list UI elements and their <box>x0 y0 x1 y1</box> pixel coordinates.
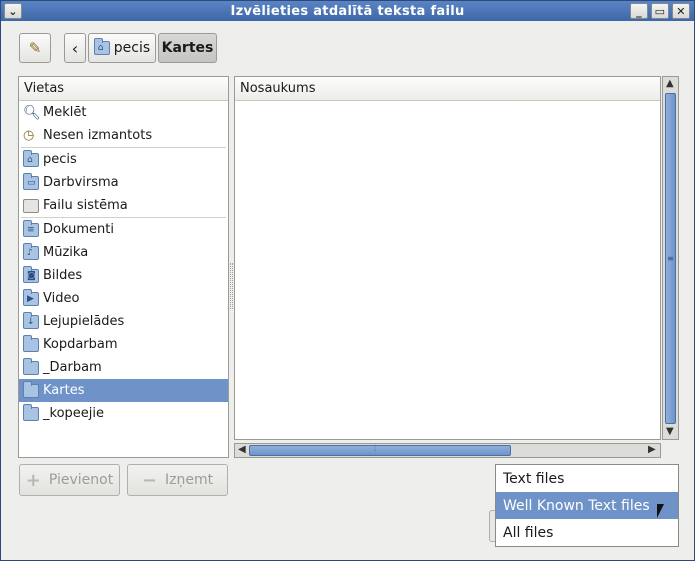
places-pane: Vietas 🔍︎ Meklēt ◷ Nesen izmantots ⌂ pec… <box>18 76 229 458</box>
places-column-header[interactable]: Vietas <box>19 77 228 101</box>
place-item-kopeejie[interactable]: _kopeejie <box>19 402 228 425</box>
maximize-button[interactable]: ▭ <box>651 3 669 19</box>
name-column-header[interactable]: Nosaukums <box>235 77 660 101</box>
folder-icon <box>23 380 39 398</box>
horizontal-scrollbar[interactable]: ◀ ⦙ ▶ <box>234 443 661 458</box>
place-label: Nesen izmantots <box>43 128 153 143</box>
place-label: Kopdarbam <box>43 337 118 352</box>
option-label: Well Known Text files <box>503 497 650 514</box>
add-bookmark-button[interactable]: + Pievienot <box>19 464 120 496</box>
place-item-home[interactable]: ⌂ pecis <box>19 148 228 171</box>
edit-icon: ✎ <box>28 39 42 57</box>
path-button-kartes[interactable]: Kartes <box>158 33 217 63</box>
drive-icon <box>23 198 39 213</box>
path-back-button[interactable]: ‹ <box>64 33 86 63</box>
plus-icon: + <box>25 469 41 491</box>
window-menu-button[interactable]: ⌄ <box>4 3 22 19</box>
place-item-recent[interactable]: ◷ Nesen izmantots <box>19 124 228 147</box>
minimize-icon: _ <box>636 4 642 18</box>
pictures-folder-icon: ◙ <box>23 265 39 283</box>
home-folder-icon: ⌂ <box>23 149 39 167</box>
scroll-down-icon[interactable]: ▼ <box>666 426 674 437</box>
scroll-right-icon[interactable]: ▶ <box>648 444 656 455</box>
horizontal-scroll-thumb[interactable]: ⦙ <box>249 444 511 456</box>
place-item-documents[interactable]: ≡ Dokumenti <box>19 218 228 241</box>
place-item-filesystem[interactable]: Failu sistēma <box>19 194 228 217</box>
place-item-pictures[interactable]: ◙ Bildes <box>19 264 228 287</box>
place-item-desktop[interactable]: ▭ Darbvirsma <box>19 171 228 194</box>
filter-option-text-files[interactable]: Text files <box>496 465 678 492</box>
files-pane: Nosaukums ▲ ≡ ▼ ◀ ⦙ ▶ <box>234 76 679 458</box>
scroll-left-icon[interactable]: ◀ <box>238 444 246 455</box>
folder-icon <box>23 403 39 421</box>
option-label: Text files <box>503 470 565 487</box>
file-filter-dropdown[interactable]: Text files Well Known Text files All fil… <box>495 464 679 547</box>
filter-option-all-files[interactable]: All files <box>496 519 678 546</box>
maximize-icon: ▭ <box>654 4 666 18</box>
place-label: Meklēt <box>43 105 87 120</box>
place-label: Dokumenti <box>43 222 114 237</box>
path-label: pecis <box>113 40 151 56</box>
remove-bookmark-button[interactable]: − Izņemt <box>127 464 228 496</box>
place-item-darbam[interactable]: _Darbam <box>19 356 228 379</box>
music-folder-icon: ♪ <box>23 242 39 260</box>
scroll-up-icon[interactable]: ▲ <box>666 78 674 89</box>
folder-icon <box>23 357 39 375</box>
vertical-scroll-thumb[interactable]: ≡ <box>665 93 676 424</box>
place-label: Lejupielādes <box>43 314 125 329</box>
places-header-label: Vietas <box>24 81 65 96</box>
chevron-left-icon: ‹ <box>71 38 79 58</box>
place-label: Kartes <box>43 383 85 398</box>
place-label: Video <box>43 291 80 306</box>
chevron-down-icon: ⌄ <box>8 4 18 18</box>
place-item-video[interactable]: ▶ Video <box>19 287 228 310</box>
place-item-search[interactable]: 🔍︎ Meklēt <box>19 101 228 124</box>
type-location-button[interactable]: ✎ <box>19 33 51 63</box>
option-label: All files <box>503 524 554 541</box>
video-folder-icon: ▶ <box>23 288 39 306</box>
search-icon: 🔍︎ <box>23 104 41 121</box>
titlebar[interactable]: ⌄ Izvēlieties atdalītā teksta failu _ ▭ … <box>1 1 694 21</box>
folder-icon <box>23 334 39 352</box>
path-label: Kartes <box>161 40 214 56</box>
grip-icon: ≡ <box>667 254 674 263</box>
place-label: Darbvirsma <box>43 175 119 190</box>
add-label: Pievienot <box>48 472 114 488</box>
file-chooser-dialog: ⌄ Izvēlieties atdalītā teksta failu _ ▭ … <box>0 0 695 561</box>
filter-option-wkt-files[interactable]: Well Known Text files <box>496 492 678 519</box>
place-label: Bildes <box>43 268 83 283</box>
dialog-title: Izvēlieties atdalītā teksta failu <box>230 3 465 19</box>
place-label: pecis <box>43 152 77 167</box>
place-item-kartes[interactable]: Kartes <box>19 379 228 402</box>
pane-resize-handle[interactable] <box>230 263 233 309</box>
desktop-folder-icon: ▭ <box>23 172 39 190</box>
recent-icon: ◷ <box>23 127 35 143</box>
mouse-pointer-icon <box>657 504 664 518</box>
place-item-downloads[interactable]: ↓ Lejupielādes <box>19 310 228 333</box>
minus-icon: − <box>141 469 157 491</box>
home-folder-icon: ⌂ <box>93 38 110 55</box>
place-label: _kopeejie <box>43 406 104 421</box>
place-label: Mūzika <box>43 245 89 260</box>
place-label: Failu sistēma <box>43 198 128 213</box>
vertical-scrollbar[interactable]: ▲ ≡ ▼ <box>662 76 679 440</box>
file-list[interactable]: Nosaukums <box>234 76 661 440</box>
documents-folder-icon: ≡ <box>23 219 39 237</box>
grip-icon: ⦙ <box>374 444 377 454</box>
minimize-button[interactable]: _ <box>630 3 648 19</box>
place-item-kopdarbam[interactable]: Kopdarbam <box>19 333 228 356</box>
place-item-music[interactable]: ♪ Mūzika <box>19 241 228 264</box>
place-label: _Darbam <box>43 360 102 375</box>
downloads-folder-icon: ↓ <box>23 311 39 329</box>
close-icon: ✕ <box>676 4 686 18</box>
path-button-pecis[interactable]: ⌂ pecis <box>88 33 156 63</box>
remove-label: Izņemt <box>165 472 214 488</box>
name-header-label: Nosaukums <box>240 81 316 96</box>
close-button[interactable]: ✕ <box>672 3 690 19</box>
